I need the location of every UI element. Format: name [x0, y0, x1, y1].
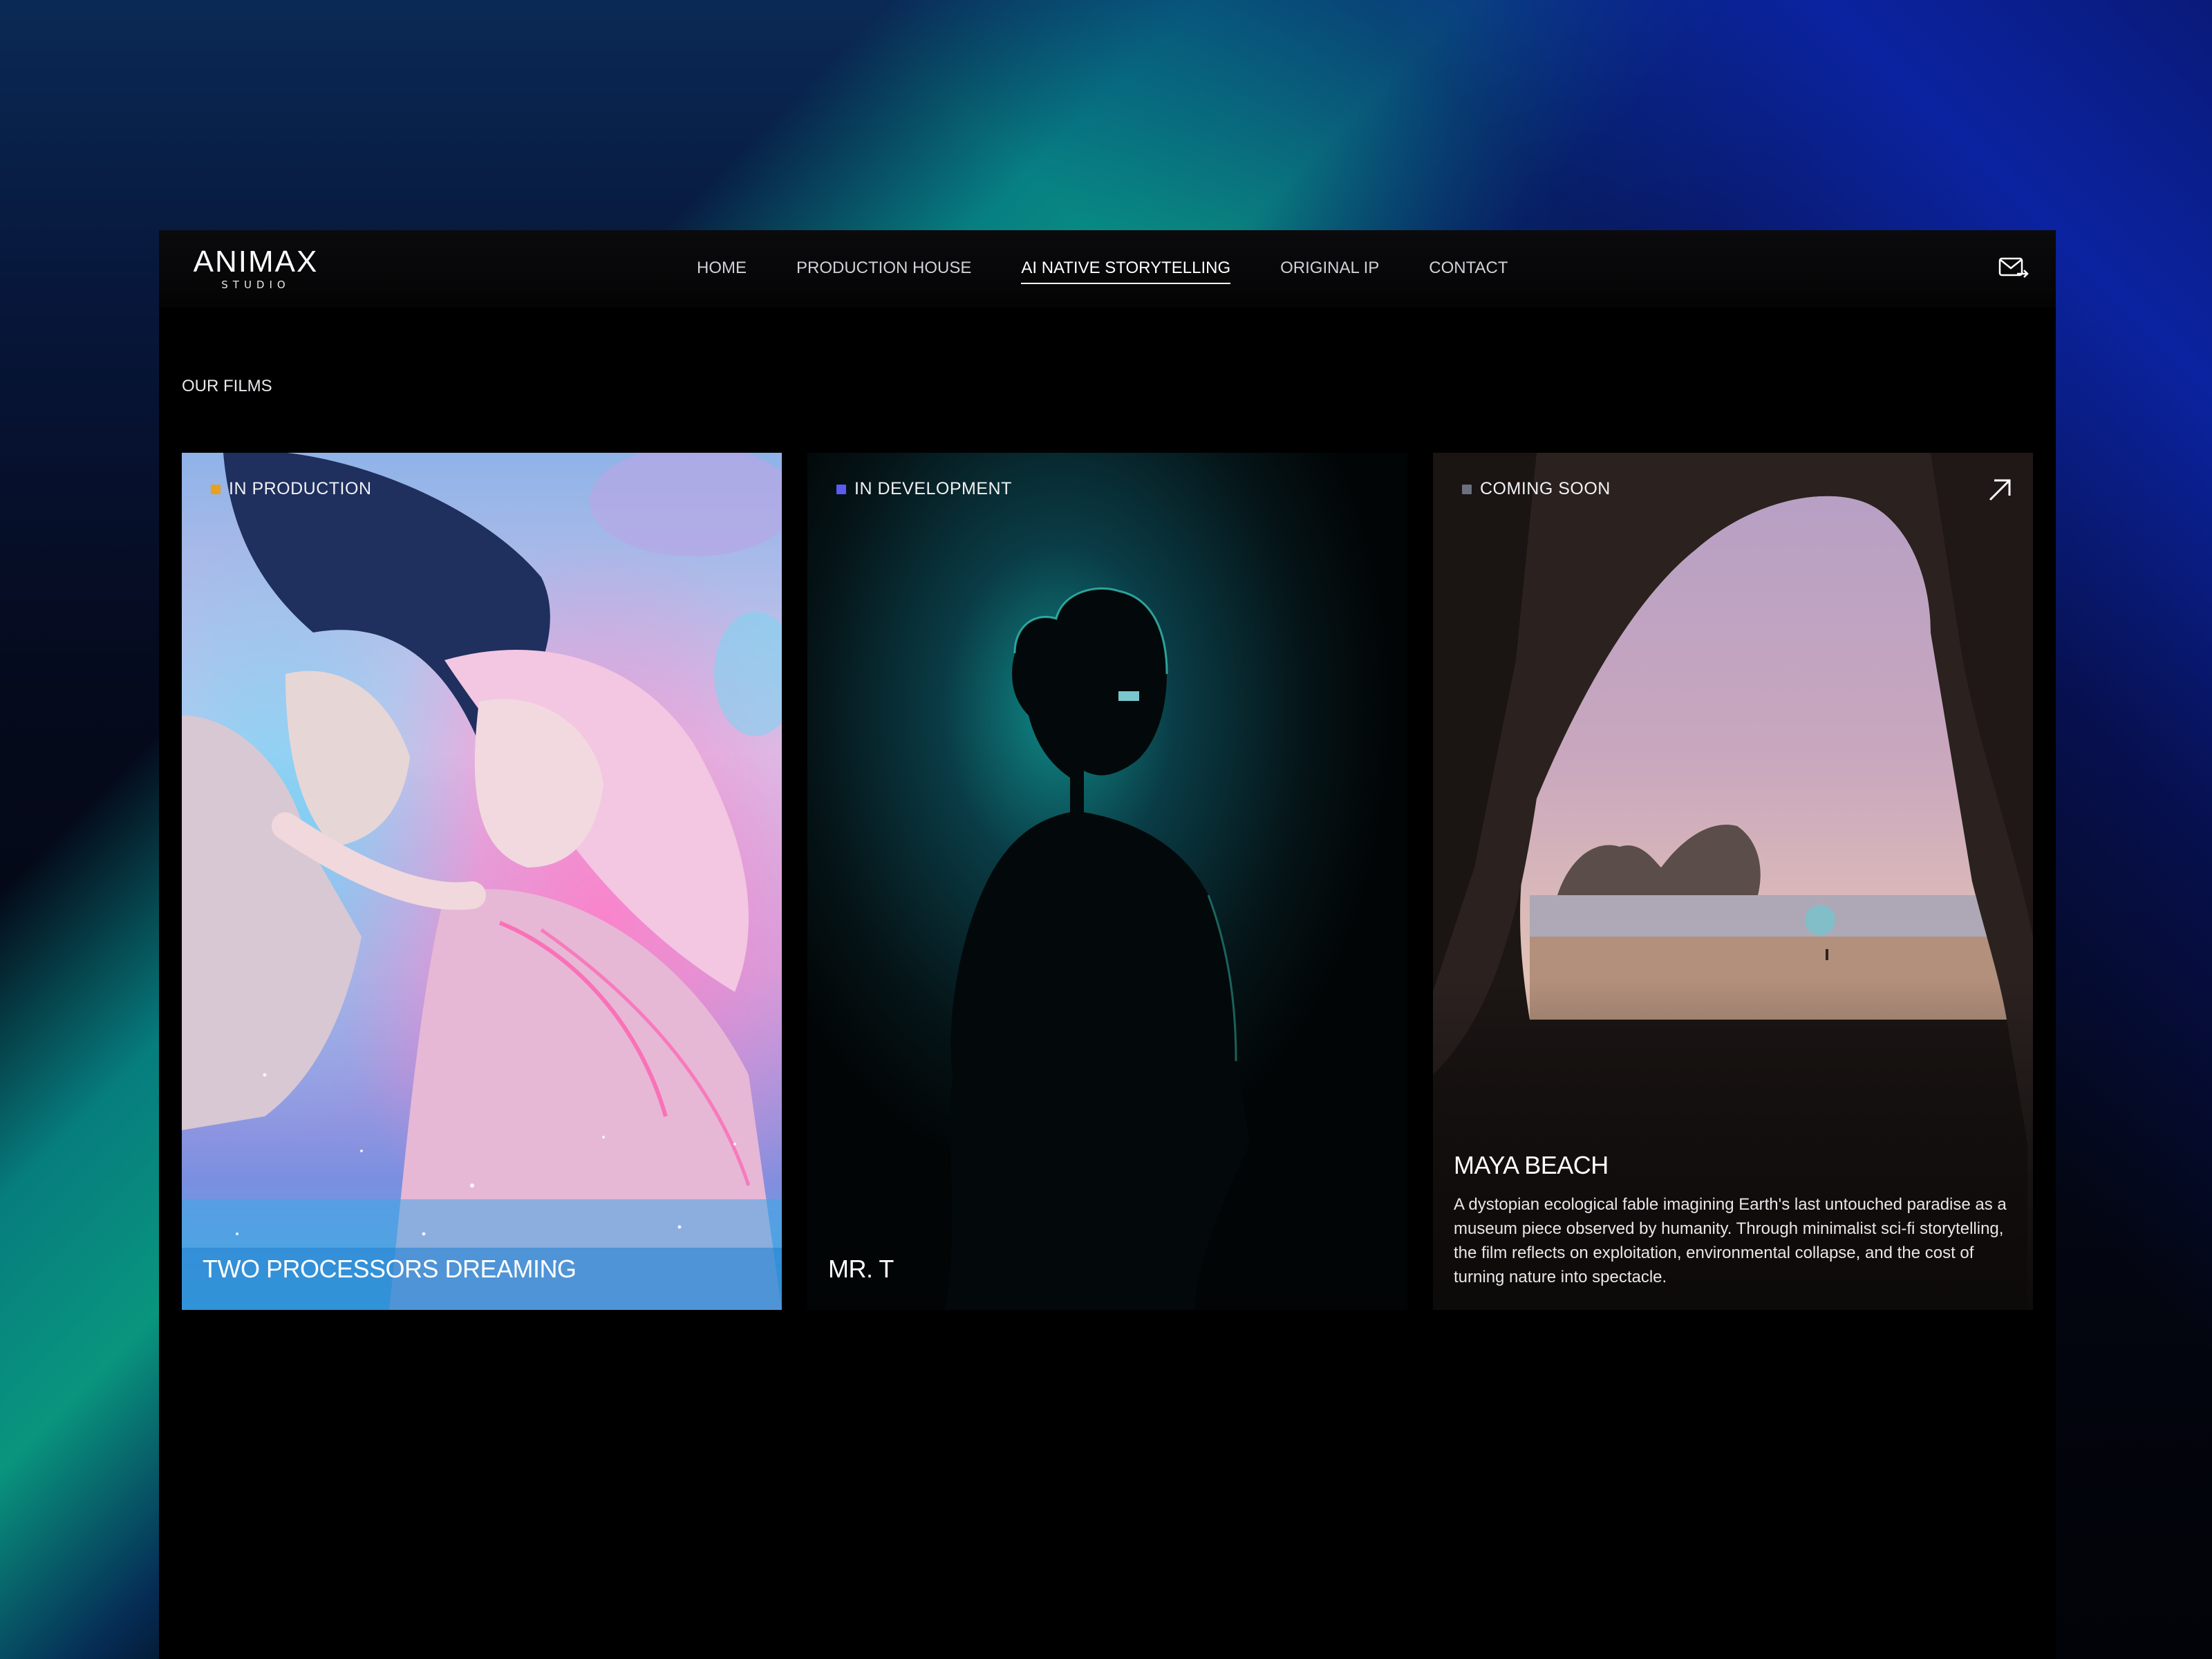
- nav-original-ip[interactable]: ORIGINAL IP: [1280, 256, 1379, 284]
- status-badge: IN PRODUCTION: [211, 479, 372, 499]
- film-title: TWO PROCESSORS DREAMING: [203, 1255, 577, 1283]
- nav-home[interactable]: HOME: [697, 256, 747, 284]
- mail-forward-icon[interactable]: [1998, 254, 2030, 281]
- brand-name: ANIMAX: [193, 245, 319, 279]
- section-title: OUR FILMS: [182, 377, 272, 395]
- status-label: IN PRODUCTION: [229, 479, 372, 498]
- film-card-maya-beach[interactable]: COMING SOON MAYA BEACH A dystopian ecolo…: [1433, 453, 2033, 1310]
- film-poster-image: [807, 453, 1407, 1310]
- brand-logo[interactable]: ANIMAX STUDIO: [187, 245, 325, 294]
- film-poster-image: [1433, 453, 2033, 1310]
- status-label: IN DEVELOPMENT: [854, 479, 1012, 498]
- website-window: ANIMAX STUDIO HOME PRODUCTION HOUSE AI N…: [159, 230, 2056, 1659]
- brand-subtitle: STUDIO: [221, 279, 290, 291]
- main-nav: HOME PRODUCTION HOUSE AI NATIVE STORYTEL…: [697, 256, 1508, 284]
- status-dot: [836, 484, 846, 494]
- film-description: A dystopian ecological fable imagining E…: [1454, 1195, 2007, 1286]
- arrow-up-right-icon[interactable]: [1985, 475, 2015, 505]
- film-title: MR. T: [828, 1255, 894, 1283]
- status-label: COMING SOON: [1480, 479, 1611, 498]
- nav-production-house[interactable]: PRODUCTION HOUSE: [796, 256, 971, 284]
- film-card-two-processors-dreaming[interactable]: IN PRODUCTION TWO PROCESSORS DREAMING: [182, 453, 782, 1310]
- status-dot: [1462, 484, 1472, 494]
- status-badge: IN DEVELOPMENT: [836, 479, 1012, 499]
- film-title: MAYA BEACH: [1454, 1151, 1609, 1179]
- film-card-mr-t[interactable]: IN DEVELOPMENT MR. T: [807, 453, 1407, 1310]
- nav-ai-native-storytelling[interactable]: AI NATIVE STORYTELLING: [1021, 256, 1231, 284]
- nav-contact[interactable]: CONTACT: [1429, 256, 1508, 284]
- film-poster-image: [182, 453, 782, 1310]
- status-badge: COMING SOON: [1462, 479, 1611, 499]
- status-dot: [211, 484, 221, 494]
- top-navbar: ANIMAX STUDIO HOME PRODUCTION HOUSE AI N…: [159, 230, 2056, 308]
